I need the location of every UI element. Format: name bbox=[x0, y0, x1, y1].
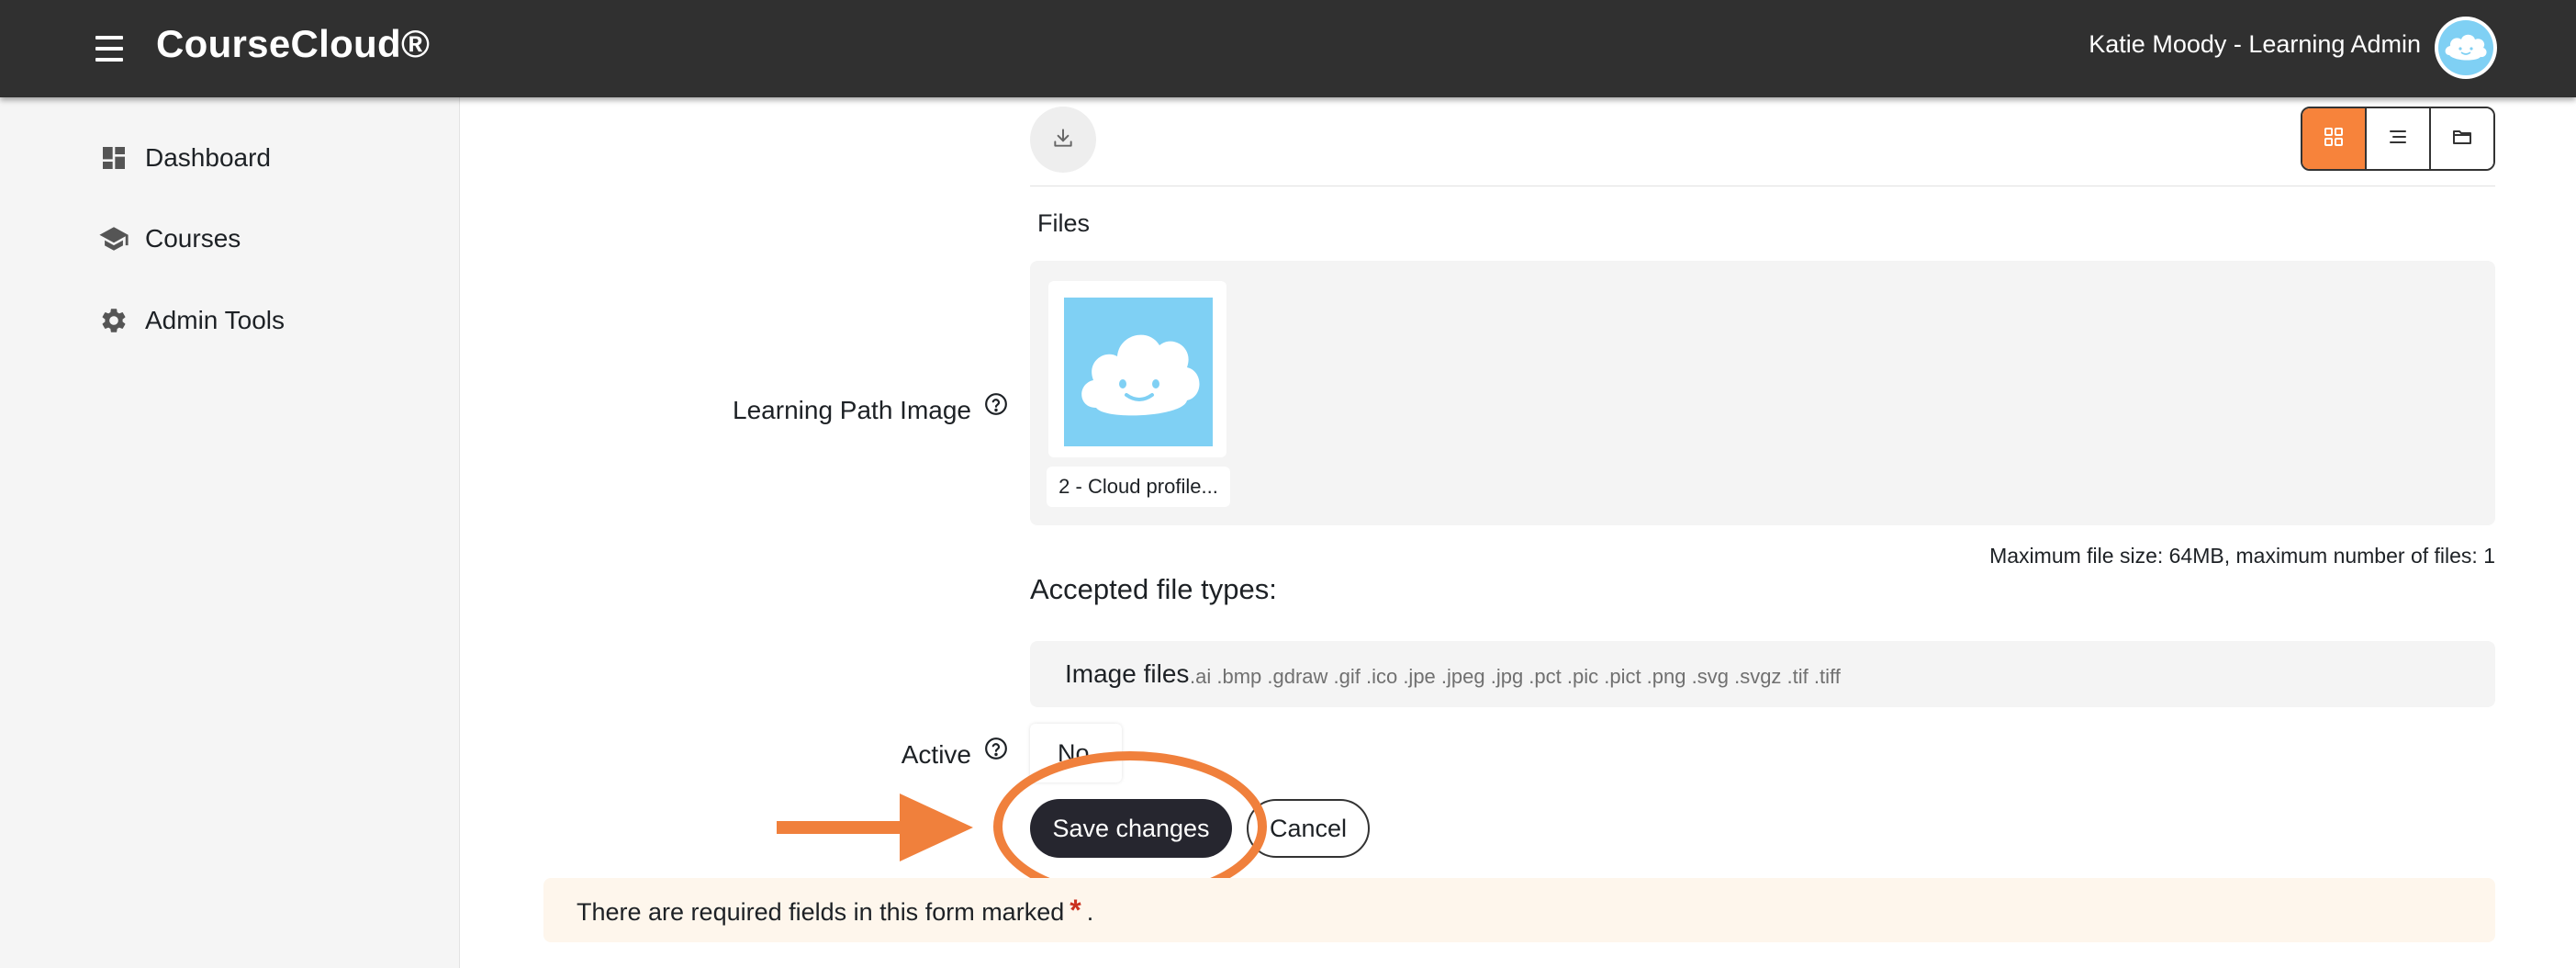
file-thumbnail[interactable] bbox=[1048, 281, 1226, 457]
save-changes-button[interactable]: Save changes bbox=[1030, 799, 1232, 858]
cloud-image-icon bbox=[1064, 298, 1213, 446]
sidebar-item-admin-tools[interactable]: Admin Tools bbox=[97, 304, 285, 337]
sidebar-item-dashboard[interactable]: Dashboard bbox=[97, 141, 271, 174]
cancel-button[interactable]: Cancel bbox=[1247, 799, 1370, 858]
max-file-size-note: Maximum file size: 64MB, maximum number … bbox=[1989, 544, 2495, 568]
sidebar-item-courses[interactable]: Courses bbox=[97, 222, 241, 255]
folder-view-icon bbox=[2451, 126, 2473, 152]
help-icon[interactable] bbox=[984, 737, 1008, 760]
dashboard-icon bbox=[97, 141, 130, 174]
sidebar-item-label: Dashboard bbox=[145, 143, 271, 172]
cloud-avatar-icon[interactable] bbox=[2435, 17, 2497, 79]
sidebar: Dashboard Courses Admin Tools bbox=[0, 97, 460, 968]
graduation-cap-icon bbox=[97, 222, 130, 255]
sidebar-item-label: Admin Tools bbox=[145, 306, 286, 334]
list-view-icon bbox=[2387, 126, 2409, 152]
gear-icon bbox=[97, 304, 130, 337]
learning-path-image-label: Learning Path Image bbox=[733, 396, 971, 424]
hamburger-menu-icon[interactable] bbox=[92, 33, 127, 64]
user-name[interactable]: Katie Moody - Learning Admin bbox=[2089, 30, 2421, 59]
file-type-name: Image files bbox=[1065, 659, 1190, 688]
active-label: Active bbox=[901, 740, 971, 769]
file-dropzone[interactable] bbox=[1030, 261, 2495, 525]
folder-view-button[interactable] bbox=[2429, 108, 2493, 169]
accepted-file-types-heading: Accepted file types: bbox=[1030, 573, 1277, 605]
download-button[interactable] bbox=[1030, 107, 1096, 173]
list-view-button[interactable] bbox=[2365, 108, 2429, 169]
brand-logo[interactable]: CourseCloud® bbox=[156, 22, 430, 66]
help-icon[interactable] bbox=[984, 392, 1008, 416]
download-icon bbox=[1051, 126, 1075, 154]
active-select[interactable]: No bbox=[1030, 724, 1122, 782]
required-notice-message: There are required fields in this form m… bbox=[577, 898, 1065, 926]
required-notice-tail: . bbox=[1086, 898, 1094, 926]
file-name[interactable]: 2 - Cloud profile... bbox=[1047, 467, 1230, 507]
required-fields-text: There are required fields in this form m… bbox=[577, 894, 1093, 928]
file-type-extensions: .ai .bmp .gdraw .gif .ico .jpe .jpeg .jp… bbox=[1190, 665, 1841, 688]
grid-view-button[interactable] bbox=[2302, 108, 2365, 169]
top-navbar: CourseCloud® Katie Moody - Learning Admi… bbox=[0, 0, 2576, 97]
view-mode-toggle bbox=[2301, 107, 2495, 171]
grid-view-icon bbox=[2323, 126, 2345, 152]
annotation-arrow-icon bbox=[777, 794, 973, 861]
files-label: Files bbox=[1037, 209, 1091, 237]
required-marker-icon: * bbox=[1070, 894, 1081, 927]
sidebar-item-label: Courses bbox=[145, 224, 241, 253]
